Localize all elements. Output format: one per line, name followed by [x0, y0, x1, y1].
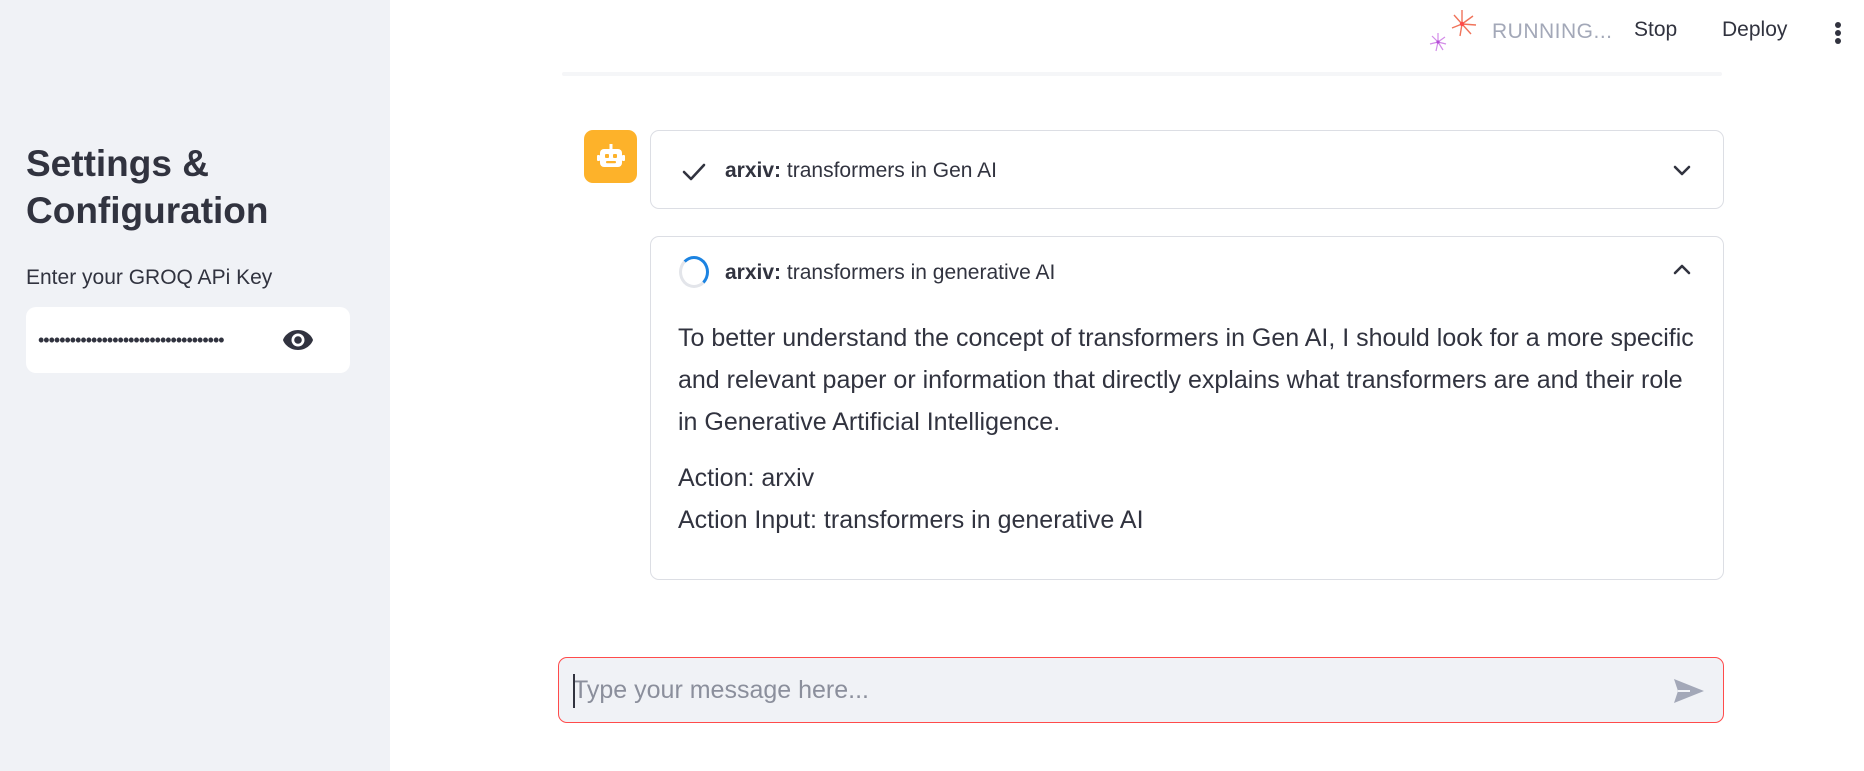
- api-key-label: Enter your GROQ APi Key: [26, 266, 273, 289]
- show-password-icon[interactable]: [278, 324, 318, 356]
- main-menu-icon[interactable]: [1828, 18, 1848, 48]
- expander-body: To better understand the concept of tran…: [678, 317, 1698, 555]
- sidebar-title: Settings & Configuration: [26, 143, 269, 231]
- thought-line: in Generative Artificial Intelligence.: [678, 408, 1061, 436]
- api-key-input[interactable]: •••••••••••••••••••••••••••••••••••: [38, 307, 280, 373]
- tool-step-expander[interactable]: arxiv: transformers in generative AI To …: [650, 236, 1724, 580]
- loading-spinner-icon: [679, 256, 709, 288]
- divider: [562, 72, 1722, 76]
- expander-header[interactable]: arxiv: transformers in Gen AI: [651, 131, 1723, 210]
- text-cursor: [573, 674, 575, 708]
- chevron-up-icon[interactable]: [1671, 259, 1693, 281]
- expander-title: arxiv: transformers in generative AI: [725, 261, 1055, 285]
- deploy-button[interactable]: Deploy: [1722, 18, 1787, 42]
- thought-text: To better understand the concept of tran…: [678, 317, 1698, 443]
- chat-input-box[interactable]: [558, 657, 1724, 723]
- expander-title: arxiv: transformers in Gen AI: [725, 159, 997, 183]
- stop-button[interactable]: Stop: [1634, 18, 1677, 42]
- chat-input[interactable]: [573, 658, 1633, 722]
- tool-query: transformers in generative AI: [786, 261, 1056, 284]
- action-text: Action: arxiv: [678, 464, 815, 492]
- action-input-text: Action Input: transformers in generative…: [678, 506, 1144, 534]
- check-icon: [679, 157, 709, 187]
- assistant-avatar-icon: [584, 130, 637, 183]
- tool-step-expander[interactable]: arxiv: transformers in Gen AI: [650, 130, 1724, 209]
- tool-query: transformers in Gen AI: [786, 159, 997, 182]
- api-key-field[interactable]: •••••••••••••••••••••••••••••••••••: [26, 307, 350, 373]
- tool-name: arxiv:: [725, 159, 782, 182]
- running-status: RUNNING...: [1492, 20, 1613, 43]
- send-icon[interactable]: [1671, 674, 1707, 708]
- thought-line: To better understand the concept of tran…: [678, 324, 1694, 352]
- tool-name: arxiv:: [725, 261, 782, 284]
- sidebar: Settings & Configuration Enter your GROQ…: [0, 0, 390, 771]
- chevron-down-icon[interactable]: [1671, 159, 1693, 181]
- action-block: Action: arxiv Action Input: transformers…: [678, 457, 1698, 541]
- expander-header[interactable]: arxiv: transformers in generative AI: [651, 237, 1723, 313]
- running-animation-icon: [1424, 6, 1480, 56]
- thought-line: and relevant paper or information that d…: [678, 366, 1683, 394]
